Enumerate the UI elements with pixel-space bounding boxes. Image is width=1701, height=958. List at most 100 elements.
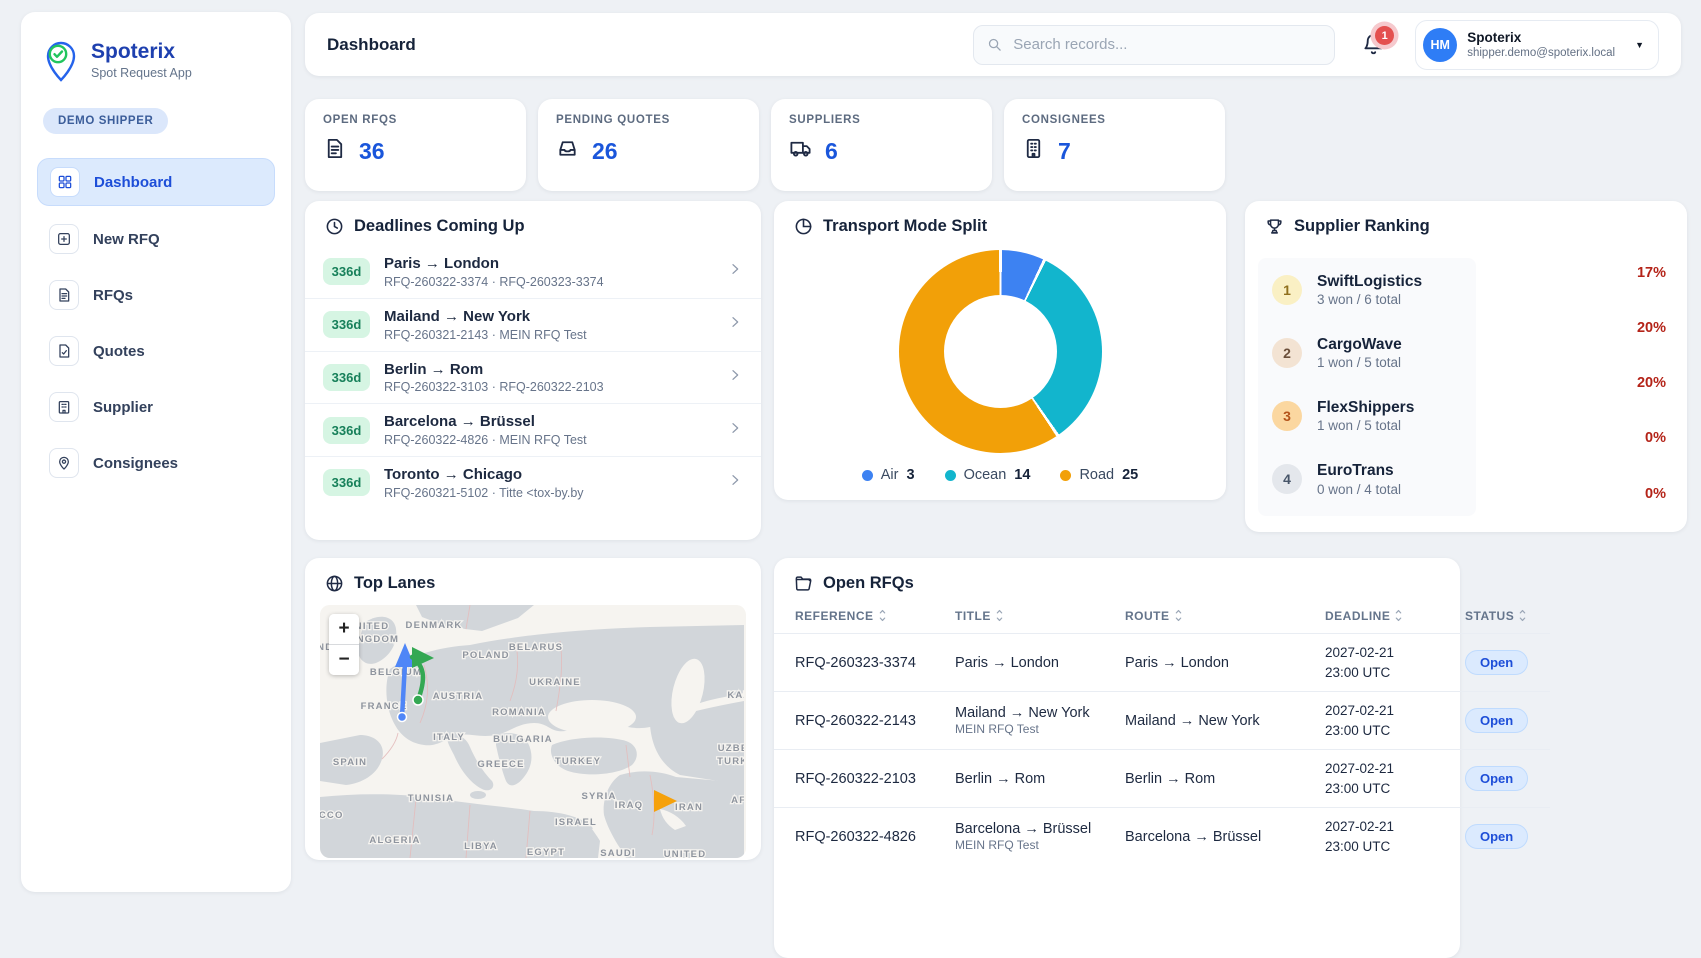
top-bar: Dashboard 1 HM Spoterix shipper.demo@spo… <box>305 13 1681 76</box>
country-label: EGYPT <box>527 847 565 858</box>
map-viewport[interactable]: UNITEDKINGDOMIRELANDDENMARKPOLANDBELARUS… <box>320 605 746 858</box>
search-icon <box>989 38 1001 51</box>
map-canvas: UNITEDKINGDOMIRELANDDENMARKPOLANDBELARUS… <box>320 605 744 858</box>
country-label: ROMANIA <box>492 707 546 718</box>
deadline-row[interactable]: 336d Mailand → New York RFQ-260321-2143 · … <box>305 297 761 351</box>
deadlines-title: Deadlines Coming Up <box>354 217 525 235</box>
rank-badge: 2 <box>1272 337 1302 368</box>
sidebar-item-label: Supplier <box>93 398 154 416</box>
country-label: LIBYA <box>464 841 498 852</box>
deadline-row[interactable]: 336d Paris → London RFQ-260322-3374 · RFQ-… <box>305 246 761 298</box>
cell-route: Barcelona → Brüssel <box>1115 807 1315 866</box>
user-email: shipper.demo@spoterix.local <box>1467 46 1616 59</box>
supplier-record: 1 won / 5 total <box>1317 418 1402 434</box>
supplier-name: SwiftLogistics <box>1317 273 1423 290</box>
sidebar-item-supplier[interactable]: Supplier <box>37 384 275 430</box>
doc-icon <box>49 280 79 310</box>
country-label: MOROCCO <box>320 810 344 821</box>
days-left-badge: 336d <box>323 469 370 497</box>
cell-title: Berlin → Rom <box>945 749 1115 808</box>
table-row[interactable]: RFQ-260322-2143 Mailand → New York MEIN RF… <box>774 691 1550 750</box>
column-header-status[interactable]: STATUS <box>1455 597 1550 634</box>
sidebar-item-label: Quotes <box>93 342 145 360</box>
doccheck-icon <box>49 336 79 366</box>
table-row[interactable]: RFQ-260322-2103 Berlin → Rom Berlin → Rom 2… <box>774 749 1550 808</box>
cell-status: Open <box>1455 807 1550 866</box>
legend-dot-icon <box>1060 469 1072 481</box>
notifications-button[interactable]: 1 <box>1362 26 1395 56</box>
search-box[interactable] <box>973 24 1336 65</box>
deadline-meta: RFQ-260322-4826 · MEIN RFQ Test <box>384 433 587 447</box>
status-badge: Open <box>1465 650 1529 676</box>
legend-dot-icon <box>861 469 873 481</box>
win-rate: 0% <box>1645 430 1666 446</box>
chevron-right-icon <box>727 314 743 335</box>
legend-label: Ocean <box>963 467 1007 483</box>
deadline-time: 23:00 UTC <box>1325 722 1391 738</box>
search-input[interactable] <box>1011 35 1322 54</box>
sidebar-item-new-rfq[interactable]: New RFQ <box>37 216 275 262</box>
sidebar-item-rfqs[interactable]: RFQs <box>37 272 275 318</box>
table-row[interactable]: RFQ-260322-4826 Barcelona → Brüssel MEIN R… <box>774 807 1550 866</box>
stat-value: 26 <box>592 137 618 164</box>
days-left-badge: 336d <box>323 311 370 339</box>
deadlines-list: 336d Paris → London RFQ-260322-3374 · RFQ-… <box>305 246 761 509</box>
page-title: Dashboard <box>327 34 416 54</box>
globe-icon <box>326 575 343 592</box>
cell-reference: RFQ-260323-3374 <box>774 632 945 692</box>
sort-icon <box>1518 609 1527 623</box>
stat-value: 36 <box>359 137 385 164</box>
supplier-record: 0 won / 4 total <box>1317 481 1402 497</box>
deadline-route: Toronto → Chicago <box>384 466 523 483</box>
sort-icon <box>1174 609 1183 623</box>
deadline-route: Paris → London <box>384 255 500 272</box>
clock-icon <box>326 218 343 235</box>
transport-donut-chart <box>898 250 1102 453</box>
win-rate: 20% <box>1636 320 1666 336</box>
map-zoom-control: + − <box>329 614 359 675</box>
doc-icon <box>323 137 346 165</box>
deadline-time: 23:00 UTC <box>1325 780 1391 796</box>
sidebar-item-dashboard[interactable]: Dashboard <box>37 158 275 206</box>
top-lanes-card: Top Lanes UNITED KINGDOM N DENMARK POLAN… <box>305 558 761 860</box>
country-label: UNITED <box>664 849 707 858</box>
win-rate: 0% <box>1645 486 1666 502</box>
trophy-icon <box>1267 219 1282 234</box>
stat-value: 6 <box>825 137 838 164</box>
column-header-reference[interactable]: REFERENCE <box>774 597 945 634</box>
deadline-row[interactable]: 336d Berlin → Rom RFQ-260322-3103 · RFQ-26… <box>305 350 761 404</box>
deadline-meta: RFQ-260321-2143 · MEIN RFQ Test <box>384 327 587 342</box>
country-label: KAZAKHSTAN <box>727 690 744 701</box>
country-label: UKRAINE <box>529 677 581 688</box>
transport-card: Transport Mode Split Air 3 Ocean 14 Road 25 <box>774 201 1226 500</box>
app-logo: Spoterix Spot Request App <box>37 36 275 82</box>
country-label: ISRAEL <box>555 817 597 828</box>
zoom-in-button[interactable]: + <box>329 614 359 644</box>
legend-item-air: Air 3 <box>861 467 915 483</box>
sidebar-item-quotes[interactable]: Quotes <box>37 328 275 374</box>
sort-icon <box>878 609 887 623</box>
cell-deadline: 2027-02-21 23:00 UTC <box>1315 691 1455 750</box>
zoom-out-button[interactable]: − <box>329 644 359 675</box>
cell-status: Open <box>1455 691 1550 750</box>
cell-title: Mailand → New York MEIN RFQ Test <box>945 691 1115 750</box>
column-header-deadline[interactable]: DEADLINE <box>1315 597 1455 634</box>
chevron-down-icon: ▼ <box>1635 39 1644 50</box>
deadline-date: 2027-02-21 <box>1325 645 1395 660</box>
lanes-title: Top Lanes <box>354 574 436 592</box>
user-name: Spoterix <box>1467 30 1522 46</box>
table-row[interactable]: RFQ-260323-3374 Paris → London Paris → Lon… <box>774 632 1550 692</box>
deadline-date: 2027-02-21 <box>1325 761 1395 777</box>
stat-label: CONSIGNEES <box>1022 114 1106 126</box>
sort-icon <box>995 609 1004 623</box>
column-header-title[interactable]: TITLE <box>945 597 1115 634</box>
cell-status: Open <box>1455 632 1550 692</box>
deadline-row[interactable]: 336d Toronto → Chicago RFQ-260321-5102 · T… <box>305 456 761 509</box>
user-menu[interactable]: HM Spoterix shipper.demo@spoterix.local … <box>1415 19 1659 70</box>
deadline-date: 2027-02-21 <box>1325 703 1395 719</box>
deadline-row[interactable]: 336d Barcelona → Brüssel RFQ-260322-4826 ·… <box>305 403 761 456</box>
sidebar-item-consignees[interactable]: Consignees <box>37 440 275 486</box>
column-header-route[interactable]: ROUTE <box>1115 597 1315 634</box>
cell-route: Mailand → New York <box>1115 691 1315 750</box>
cell-reference: RFQ-260322-4826 <box>774 807 945 866</box>
